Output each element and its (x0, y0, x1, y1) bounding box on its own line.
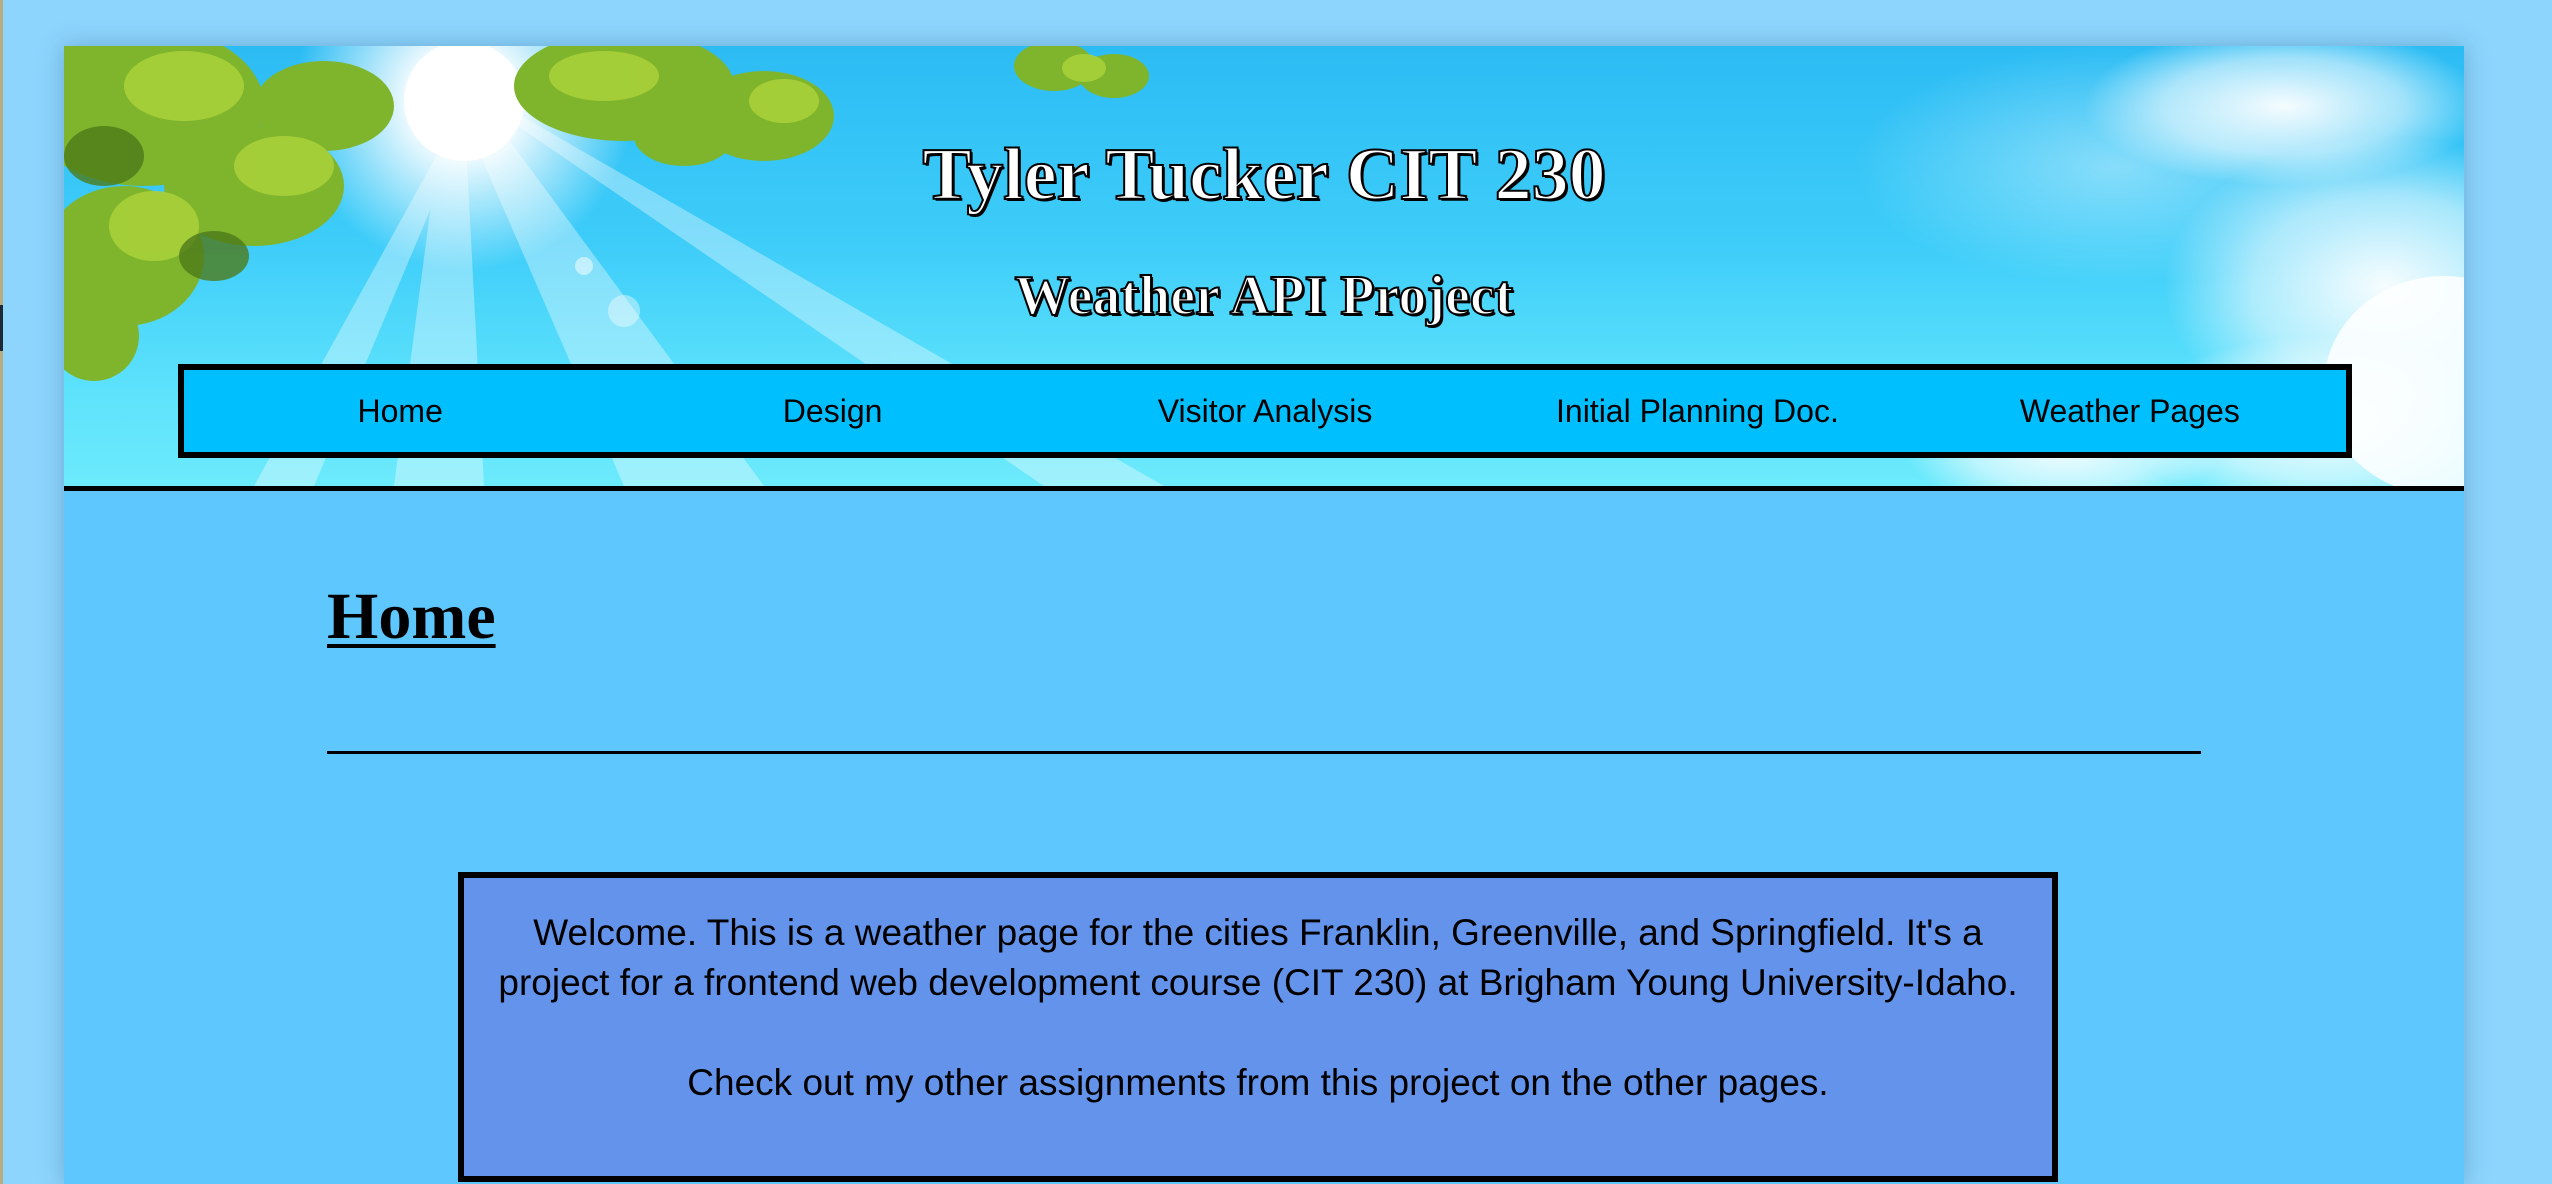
site-title: Tyler Tucker CIT 230 (921, 134, 1606, 216)
nav-link-initial-planning-doc[interactable]: Initial Planning Doc. (1481, 370, 1913, 452)
window-edge (0, 0, 3, 1184)
welcome-paragraph: Welcome. This is a weather page for the … (498, 912, 2018, 1003)
nav-link-home[interactable]: Home (184, 370, 616, 452)
page-heading: Home (327, 580, 496, 653)
nav-link-design[interactable]: Design (616, 370, 1048, 452)
nav-link-weather-pages[interactable]: Weather Pages (1914, 370, 2346, 452)
welcome-paragraph-2: Check out my other assignments from this… (687, 1062, 1829, 1103)
main-nav: Home Design Visitor Analysis Initial Pla… (178, 364, 2352, 458)
window-edge-mark (0, 305, 3, 351)
header-banner: Tyler Tucker CIT 230 Weather API Project… (64, 46, 2464, 486)
heading-divider (327, 751, 2201, 754)
welcome-box: Welcome. This is a weather page for the … (458, 872, 2058, 1182)
site-subtitle: Weather API Project (1014, 265, 1515, 327)
page-container: Tyler Tucker CIT 230 Weather API Project… (64, 46, 2464, 1184)
nav-link-visitor-analysis[interactable]: Visitor Analysis (1049, 370, 1481, 452)
main-content: Home (327, 580, 2201, 754)
banner-divider (64, 486, 2464, 491)
